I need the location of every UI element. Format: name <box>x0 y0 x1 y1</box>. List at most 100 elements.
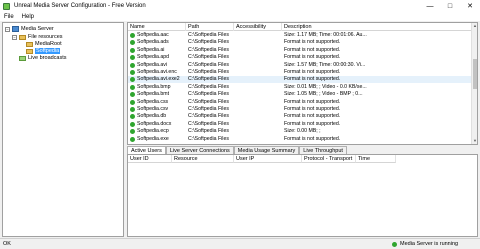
scroll-thumb[interactable] <box>473 59 477 89</box>
column-header-protocol[interactable]: Protocol - Transport <box>302 155 356 163</box>
cell-description: Format is not supported. <box>284 46 341 53</box>
cell-accessibility <box>236 136 282 143</box>
cell-path: C:\Softpedia Files <box>188 128 229 135</box>
cell-description: Size: 1.05 MB; ; Video - BMP ; 0... <box>284 91 363 98</box>
cell-name: Softpedia.avi.enc <box>137 69 177 75</box>
menu-bar: File Help <box>0 12 480 21</box>
folder-icon <box>19 34 26 40</box>
list-header: Name Path Accessibility Description <box>128 23 472 31</box>
cell-path: C:\Softpedia Files <box>188 91 229 98</box>
cell-accessibility <box>236 91 282 98</box>
cell-path: C:\Softpedia Files <box>188 61 229 68</box>
cell-description: Format is not supported. <box>284 76 341 83</box>
cell-path: C:\Softpedia Files <box>188 120 229 127</box>
menu-file[interactable]: File <box>0 14 18 20</box>
cell-description: Size: 1.17 MB; Time: 00:01:06. Au... <box>284 32 367 38</box>
cell-name: Softpedia.bmt <box>137 91 170 98</box>
table-row[interactable]: Softpedia.csv C:\Softpedia Files Format is… <box>128 106 472 113</box>
tree-item-media-server[interactable]: − Media Server <box>5 25 54 33</box>
file-icon <box>130 70 135 75</box>
table-row[interactable]: Softpedia.apd C:\Softpedia Files Format is… <box>128 54 472 61</box>
scroll-down-icon[interactable]: ▼ <box>472 138 477 144</box>
close-button[interactable]: ✕ <box>460 0 480 12</box>
tab-strip: Active Users Live Server Connections Med… <box>127 146 347 154</box>
cell-path: C:\Softpedia Files <box>188 135 229 142</box>
cell-path: C:\Softpedia Files <box>188 76 229 83</box>
table-row[interactable]: Softpedia.docx C:\Softpedia Files Format i… <box>128 121 472 128</box>
menu-help[interactable]: Help <box>18 14 38 20</box>
cell-description: Format is not supported. <box>284 106 341 112</box>
table-row[interactable]: Softpedia.aac C:\Softpedia Files Size: 1.1… <box>128 32 472 39</box>
status-indicator-icon <box>392 241 397 247</box>
cell-name: Softpedia.css <box>137 98 169 105</box>
cell-path: C:\Softpedia Files <box>188 113 229 120</box>
cell-name: Softpedia.avi <box>137 61 167 68</box>
collapse-icon[interactable]: − <box>5 26 10 32</box>
table-row[interactable]: Softpedia.ecp C:\Softpedia Files Size: 0.0… <box>128 128 472 135</box>
scroll-up-icon[interactable]: ▲ <box>472 23 477 29</box>
column-header-user-id[interactable]: User ID <box>128 155 172 163</box>
cell-accessibility <box>236 76 282 83</box>
cell-path: C:\Softpedia Files <box>188 32 229 38</box>
file-icon <box>130 33 135 38</box>
tab-media-usage-summary[interactable]: Media Usage Summary <box>233 146 300 154</box>
cell-path: C:\Softpedia Files <box>188 46 229 53</box>
table-row[interactable]: Softpedia.ai C:\Softpedia Files Format is … <box>128 47 472 54</box>
server-icon <box>12 26 19 32</box>
file-icon <box>130 114 135 120</box>
table-row[interactable]: Softpedia.db C:\Softpedia Files Format is … <box>128 113 472 120</box>
status-text: OK <box>3 241 11 247</box>
column-header-description[interactable]: Description <box>282 23 472 31</box>
column-header-time[interactable]: Time <box>356 155 396 163</box>
table-row[interactable]: Softpedia.exe C:\Softpedia Files Format is… <box>128 136 472 143</box>
cell-description: Format is not supported. <box>284 98 341 105</box>
tab-live-throughput[interactable]: Live Throughput <box>299 146 347 154</box>
file-icon <box>130 40 135 46</box>
table-row[interactable]: Softpedia.css C:\Softpedia Files Format is… <box>128 99 472 106</box>
cell-description: Format is not supported. <box>284 39 341 46</box>
tree-item-live-broadcasts[interactable]: Live broadcasts <box>19 54 67 62</box>
cell-path: C:\Softpedia Files <box>188 39 229 46</box>
column-header-accessibility[interactable]: Accessibility <box>234 23 282 31</box>
maximize-button[interactable]: □ <box>440 0 460 12</box>
table-row[interactable]: Softpedia.avi.enc C:\Softpedia Files Forma… <box>128 69 472 76</box>
file-icon <box>130 129 135 135</box>
tab-live-server-connections[interactable]: Live Server Connections <box>165 146 234 154</box>
status-bar: OK Media Server is running <box>0 238 480 249</box>
column-header-user-ip[interactable]: User IP <box>234 155 302 163</box>
folder-icon <box>26 41 33 47</box>
table-row[interactable]: Softpedia.avi C:\Softpedia Files Size: 1.5… <box>128 62 472 69</box>
minimize-button[interactable]: — <box>420 0 440 12</box>
cell-accessibility <box>236 54 282 61</box>
collapse-icon[interactable]: − <box>12 34 17 40</box>
table-row[interactable]: Softpedia.bmp C:\Softpedia Files Size: 0.0… <box>128 84 472 91</box>
file-icon <box>130 47 135 53</box>
cell-accessibility <box>236 128 282 135</box>
vertical-scrollbar[interactable]: ▲ ▼ <box>471 23 477 144</box>
title-bar: Unreal Media Server Configuration - Free… <box>0 0 480 12</box>
tab-active-users[interactable]: Active Users <box>127 146 166 154</box>
server-status-text: Media Server is running <box>400 241 459 247</box>
cell-description: Format is not supported. <box>284 54 341 61</box>
column-header-resource[interactable]: Resource <box>172 155 234 163</box>
table-row[interactable]: Softpedia.ads C:\Softpedia Files Format is… <box>128 39 472 46</box>
folder-icon <box>26 48 33 54</box>
cell-name: Softpedia.db <box>137 113 167 120</box>
cell-description: Format is not supported. <box>284 113 341 120</box>
table-row[interactable]: Softpedia.avi.exe2 C:\Softpedia Files Form… <box>128 76 472 84</box>
table-row[interactable]: Softpedia.bmt C:\Softpedia Files Size: 1.0… <box>128 91 472 98</box>
column-header-path[interactable]: Path <box>186 23 234 31</box>
resource-tree: − Media Server − File resources MediaRoo… <box>2 22 124 237</box>
server-status: Media Server is running <box>392 241 458 247</box>
cell-name: Softpedia.avi.exe2 <box>137 76 180 83</box>
cell-name: Softpedia.aac <box>137 32 169 38</box>
cell-accessibility <box>236 47 282 54</box>
active-users-list: User ID Resource User IP Protocol - Tran… <box>127 154 478 237</box>
cell-description: Format is not supported. <box>284 135 341 142</box>
cell-path: C:\Softpedia Files <box>188 69 229 75</box>
cell-path: C:\Softpedia Files <box>188 98 229 105</box>
tree-label: Media Server <box>21 26 54 32</box>
cell-name: Softpedia.docx <box>137 120 172 127</box>
column-header-name[interactable]: Name <box>128 23 186 31</box>
cell-name: Softpedia.apd <box>137 54 170 61</box>
